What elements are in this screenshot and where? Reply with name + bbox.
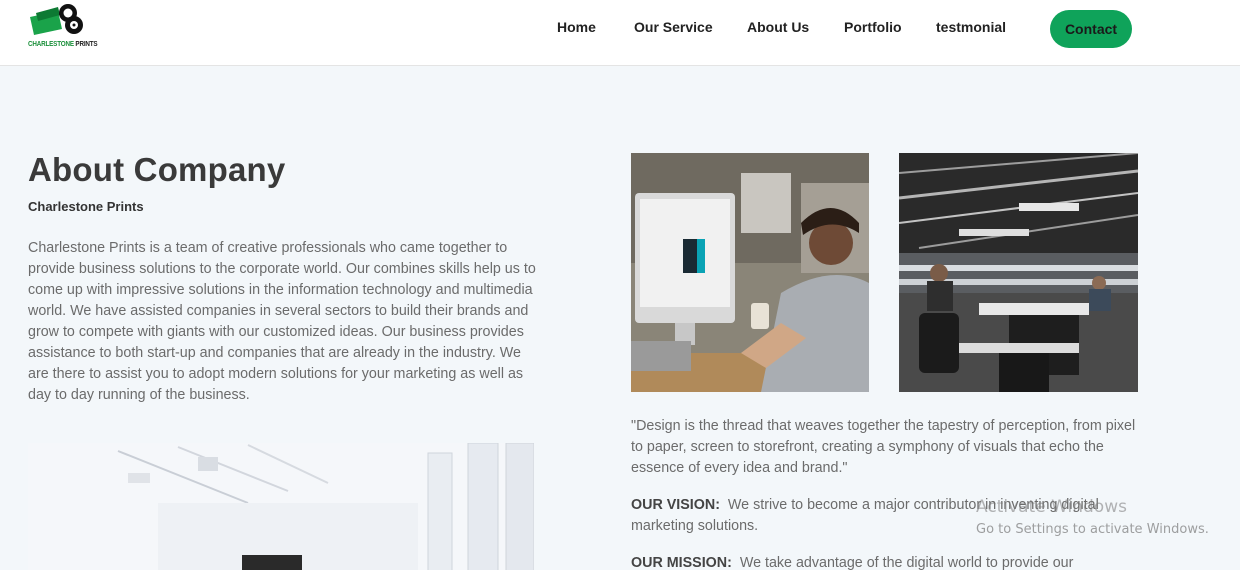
activation-watermark-title: Activate Windows — [976, 497, 1127, 517]
nav-our-service[interactable]: Our Service — [634, 19, 713, 35]
mission-label: OUR MISSION: — [631, 555, 732, 570]
nav-testimonial[interactable]: testmonial — [936, 19, 1006, 35]
activation-watermark-subtitle: Go to Settings to activate Windows. — [976, 522, 1209, 537]
vision-label: OUR VISION: — [631, 497, 720, 513]
contact-button[interactable]: Contact — [1050, 10, 1132, 48]
company-subtitle: Charlestone Prints — [28, 199, 144, 214]
designer-at-computer-photo — [631, 153, 869, 392]
nav-home[interactable]: Home — [557, 19, 596, 35]
mission-statement: OUR MISSION: We take advantage of the di… — [631, 553, 1141, 570]
site-header: CHARLESTONE PRINTS Home Our Service Abou… — [0, 0, 1240, 66]
page-title: About Company — [28, 151, 286, 188]
about-description: Charlestone Prints is a team of creative… — [28, 240, 536, 403]
open-office-photo — [899, 153, 1138, 392]
mission-text: We take advantage of the digital world t… — [739, 555, 1074, 570]
nav-about-us[interactable]: About Us — [747, 19, 809, 35]
design-quote: "Design is the thread that weaves togeth… — [631, 418, 1136, 476]
nav-portfolio[interactable]: Portfolio — [844, 19, 902, 35]
office-interior-photo — [28, 443, 534, 570]
